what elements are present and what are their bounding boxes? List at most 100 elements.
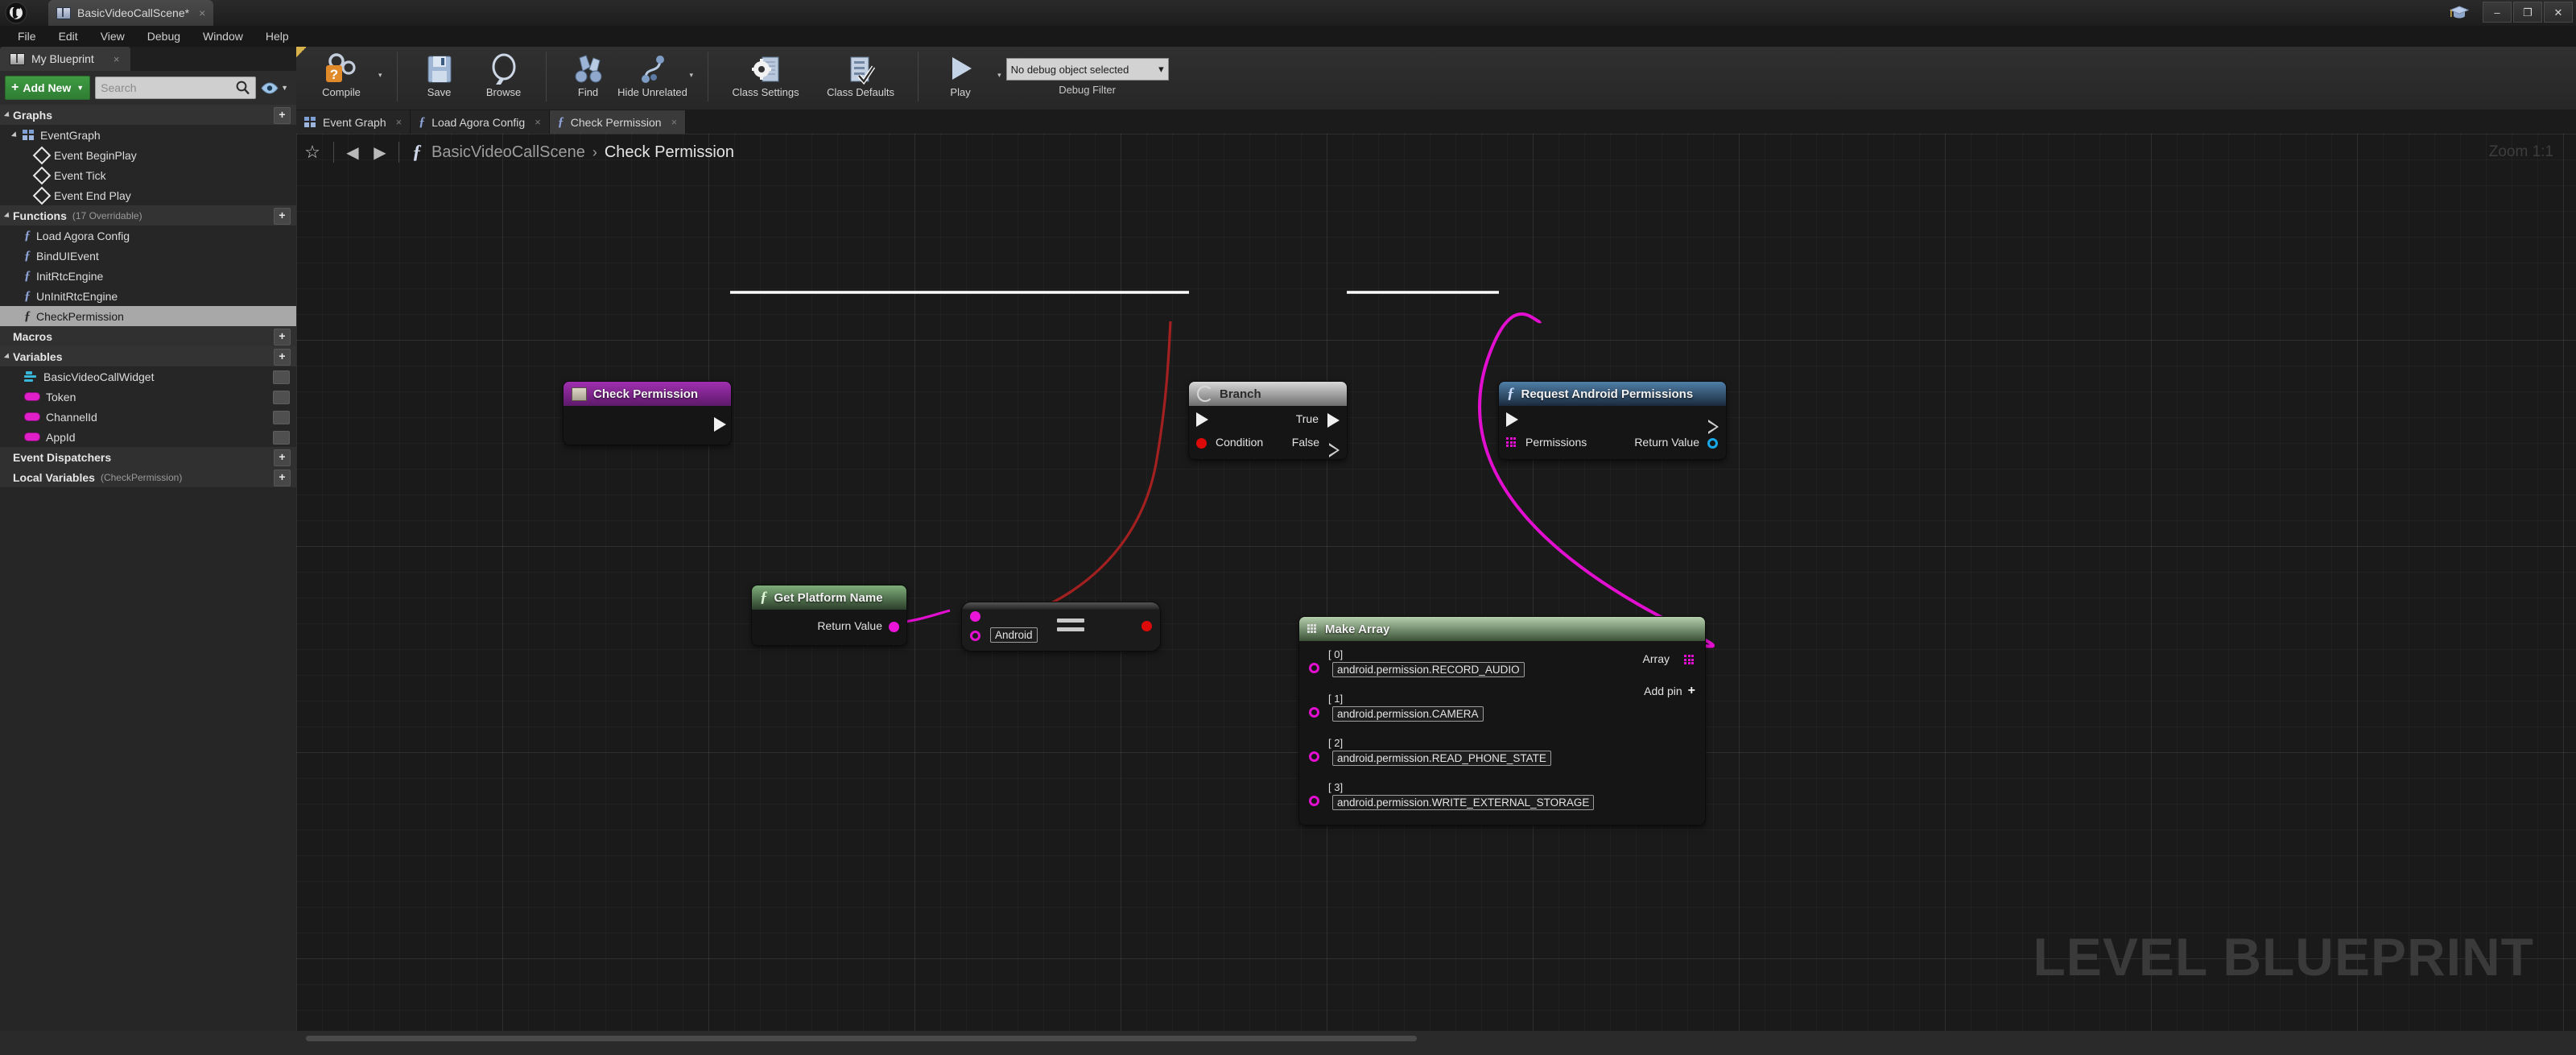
find-button[interactable]: Find (556, 47, 621, 98)
node-get-platform-name[interactable]: ƒ Get Platform Name Return Value (752, 585, 906, 645)
horizontal-scrollbar[interactable] (306, 1036, 1417, 1041)
add-macro-button[interactable]: + (274, 329, 291, 345)
array-element-3-input[interactable]: android.permission.WRITE_EXTERNAL_STORAG… (1332, 795, 1595, 810)
play-button[interactable]: Play (928, 47, 993, 98)
node-make-array[interactable]: Make Array Array Add pin + [ 0] android.… (1299, 617, 1705, 825)
window-document-tab[interactable]: BasicVideoCallScene* × (48, 0, 214, 26)
menu-item-view[interactable]: View (89, 27, 136, 45)
variable-visibility-toggle[interactable] (273, 391, 290, 404)
tree-item-uninitrtcengine[interactable]: ƒ UnInitRtcEngine (0, 286, 296, 306)
close-icon[interactable]: × (396, 116, 402, 128)
exec-output-pin[interactable] (714, 417, 726, 432)
string-input-a-pin[interactable] (970, 611, 980, 622)
search-input[interactable]: Search (95, 77, 257, 99)
close-icon[interactable]: × (535, 116, 541, 128)
menu-item-help[interactable]: Help (254, 27, 300, 45)
forward-arrow-icon[interactable]: ▶ (366, 143, 394, 163)
close-button[interactable]: ✕ (2544, 2, 2573, 23)
section-event-dispatchers[interactable]: Event Dispatchers + (0, 447, 296, 467)
save-button[interactable]: Save (407, 47, 472, 98)
tree-item-binduievent[interactable]: ƒ BindUIEvent (0, 246, 296, 266)
browse-button[interactable]: Browse (472, 47, 536, 98)
node-string-equals[interactable]: Android (962, 602, 1160, 651)
menu-item-window[interactable]: Window (192, 27, 254, 45)
minimize-button[interactable]: – (2483, 2, 2512, 23)
array-element-3-pin[interactable] (1309, 796, 1319, 806)
add-variable-button[interactable]: + (274, 349, 291, 366)
visibility-options[interactable]: ▼ (261, 81, 291, 94)
debug-object-select[interactable]: No debug object selected ▾ (1005, 58, 1169, 81)
close-icon[interactable]: × (199, 6, 205, 19)
add-graph-button[interactable]: + (274, 107, 291, 124)
add-function-button[interactable]: + (274, 208, 291, 225)
array-element-1-pin[interactable] (1309, 707, 1319, 718)
tab-my-blueprint[interactable]: My Blueprint × (0, 47, 131, 71)
array-input-permissions-pin[interactable] (1506, 437, 1517, 449)
bool-input-condition-pin[interactable] (1196, 438, 1207, 449)
menu-item-edit[interactable]: Edit (47, 27, 89, 45)
hide-unrelated-button[interactable]: Hide Unrelated (617, 47, 687, 98)
tree-item-channelid[interactable]: ChannelId (0, 407, 296, 427)
add-event-dispatcher-button[interactable]: + (274, 449, 291, 466)
array-element-2-pin[interactable] (1309, 751, 1319, 762)
add-new-button[interactable]: + Add New ▼ (5, 76, 91, 100)
array-element-0-input[interactable]: android.permission.RECORD_AUDIO (1332, 662, 1525, 677)
tab-load-agora-config[interactable]: ƒ Load Agora Confiɡ × (411, 110, 550, 134)
variable-visibility-toggle[interactable] (273, 370, 290, 384)
tree-item-token[interactable]: Token (0, 387, 296, 407)
close-icon[interactable]: × (114, 53, 120, 65)
section-local-variables[interactable]: Local Variables (CheckPermission) + (0, 467, 296, 487)
exec-input-pin[interactable] (1196, 412, 1208, 427)
tab-event-graph[interactable]: Event Graph × (296, 110, 411, 134)
maximize-button[interactable]: ❐ (2513, 2, 2542, 23)
variable-visibility-toggle[interactable] (273, 411, 290, 424)
tree-item-basicvideocallwidget[interactable]: BasicVideoCallWidget (0, 366, 296, 387)
section-graphs[interactable]: Graphs + (0, 105, 296, 125)
blueprint-graph-canvas[interactable]: LEVEL BLUEPRINT Check Permission Branch … (296, 134, 2576, 1031)
exec-output-false-pin[interactable] (1329, 443, 1340, 457)
chevron-down-icon[interactable]: ▾ (374, 71, 387, 80)
string-input-b-pin[interactable] (970, 631, 980, 641)
expand-triangle-icon[interactable] (3, 352, 12, 361)
eye-icon[interactable] (261, 81, 279, 94)
bool-output-result-pin[interactable] (1141, 621, 1152, 631)
bool-output-return-value-pin[interactable] (1707, 438, 1718, 449)
add-local-variable-button[interactable]: + (274, 470, 291, 486)
node-branch[interactable]: Branch True Condition False (1189, 382, 1347, 459)
class-settings-button[interactable]: Class Settings (718, 47, 813, 98)
section-variables[interactable]: Variables + (0, 346, 296, 366)
close-icon[interactable]: × (671, 116, 678, 128)
menu-item-file[interactable]: File (6, 27, 47, 45)
favorite-star-icon[interactable]: ☆ (296, 142, 328, 163)
exec-input-pin[interactable] (1506, 412, 1518, 427)
section-macros[interactable]: Macros + (0, 326, 296, 346)
chevron-down-icon[interactable]: ▾ (993, 71, 1006, 80)
equals-compare-value-input[interactable]: Android (990, 627, 1038, 643)
chevron-down-icon[interactable]: ▼ (281, 84, 288, 92)
tree-item-initrtcengine[interactable]: ƒ InitRtcEngine (0, 266, 296, 286)
class-defaults-button[interactable]: Class Defaults (813, 47, 908, 98)
node-request-android-permissions[interactable]: ƒ Request Android Permissions Permission… (1499, 382, 1726, 459)
tree-item-event-endplay[interactable]: Event End Play (0, 185, 296, 205)
array-output-pin[interactable] (1684, 655, 1695, 666)
breadcrumb-root[interactable]: BasicVideoCallScene (431, 143, 585, 162)
section-functions[interactable]: Functions (17 Overridable) + (0, 205, 296, 225)
expand-triangle-icon[interactable] (3, 110, 12, 119)
back-arrow-icon[interactable]: ◀ (339, 143, 366, 163)
compile-button[interactable]: ? Compile (309, 47, 374, 98)
tree-item-eventgraph[interactable]: EventGraph (0, 125, 296, 145)
tab-check-permission[interactable]: ƒ Check Permission × (549, 110, 687, 134)
tree-item-load-agora-config[interactable]: ƒ Load Agora Config (0, 225, 296, 246)
variable-visibility-toggle[interactable] (273, 431, 290, 445)
chevron-down-icon[interactable]: ▾ (685, 71, 699, 80)
tree-item-appid[interactable]: AppId (0, 427, 296, 447)
graduation-cap-icon[interactable] (2449, 3, 2470, 21)
array-element-2-input[interactable]: android.permission.READ_PHONE_STATE (1332, 751, 1551, 766)
tree-item-checkpermission[interactable]: ƒ CheckPermission (0, 306, 296, 326)
array-element-1-input[interactable]: android.permission.CAMERA (1332, 706, 1484, 722)
tree-item-event-tick[interactable]: Event Tick (0, 165, 296, 185)
expand-triangle-icon[interactable] (3, 211, 12, 220)
tree-item-event-beginplay[interactable]: Event BeginPlay (0, 145, 296, 165)
exec-output-pin[interactable] (1708, 420, 1719, 434)
exec-output-true-pin[interactable] (1327, 413, 1340, 428)
